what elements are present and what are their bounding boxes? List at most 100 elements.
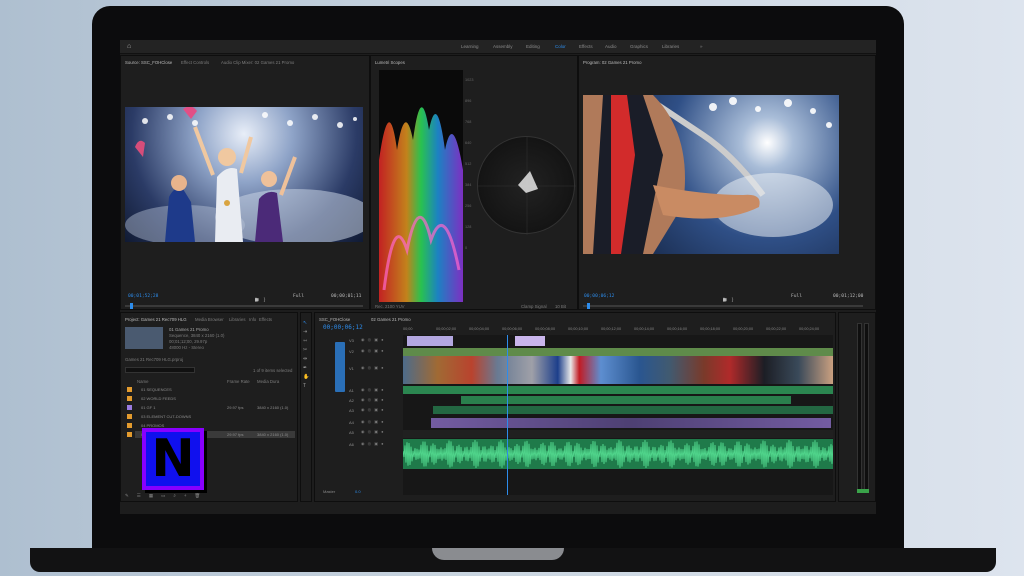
workspace-graphics[interactable]: Graphics [630, 44, 648, 49]
clamp-signal-checkbox[interactable]: Clamp Signal [521, 304, 547, 309]
col-name[interactable]: Name [137, 379, 148, 384]
razor-icon[interactable]: ✂ [303, 347, 307, 353]
home-icon[interactable]: ⌂ [127, 43, 131, 50]
export-frame-icon[interactable]: ◉ [723, 297, 730, 303]
source-duration: 00;00;01;11 [331, 294, 362, 299]
project-row[interactable]: 02 WORLD FEEDS [135, 395, 295, 402]
project-search-input[interactable] [125, 367, 195, 373]
pencil-icon[interactable]: ✎ [125, 493, 137, 498]
track-toggle-icons[interactable]: ◉ ◎ ▣ ● [361, 419, 385, 424]
workspace-assembly[interactable]: Assembly [493, 44, 513, 49]
program-title[interactable]: Program: 02 Games 21 Promo [583, 60, 642, 65]
lumetri-scopes-panel: Lumetri Scopes 1023 896 768 640 512 384 256 128… [370, 55, 578, 310]
track-toggle-icons[interactable]: ◉ ◎ ▣ ● [361, 337, 385, 342]
track-toggle-icons[interactable]: ◉ ◎ ▣ ● [361, 429, 385, 434]
workspace-effects[interactable]: Effects [579, 44, 593, 49]
project-row[interactable]: 03 ELEMENT CUT-DOWNS [135, 413, 295, 420]
program-timecode[interactable]: 00;00;06;12 [584, 294, 614, 299]
bit-depth[interactable]: 10 Bit [555, 304, 566, 309]
hand-icon[interactable]: ✋ [303, 374, 309, 380]
camera-icon[interactable]: ◉ [255, 297, 262, 303]
tab-media-browser[interactable]: Media Browser [195, 317, 224, 322]
a4-music-clip[interactable] [431, 418, 831, 428]
project-row[interactable]: 01 GF 1 29.97 fps 3840 x 2160 (1.0) [135, 404, 295, 411]
tools-panel: ↖ ⇥ ⇿ ✂ ⇹ ✒ ✋ T [300, 312, 312, 502]
v2-clip-strip[interactable] [403, 348, 833, 356]
lumetri-colorspace[interactable]: Rec. 2100 YUV [375, 304, 405, 309]
workspace-audio[interactable]: Audio [605, 44, 617, 49]
lumetri-title[interactable]: Lumetri Scopes [375, 60, 405, 65]
timeline-playhead[interactable] [507, 335, 508, 495]
list-view-icon[interactable]: ☰ [137, 493, 149, 498]
premiere-window: ⌂ Learning Assembly Editing Color Effect… [120, 40, 876, 514]
track-toggle-icons[interactable]: ◉ ◎ ▣ ● [361, 397, 385, 402]
source-playhead[interactable] [130, 303, 133, 309]
trash-icon[interactable]: 🗑 [195, 493, 209, 498]
track-toggle-icons[interactable]: ◉ ◎ ▣ ● [361, 387, 385, 392]
timeline-tab-sequence[interactable]: 02 Games 21 Promo [371, 317, 411, 322]
program-scrubber[interactable] [583, 305, 863, 307]
tab-audio-clip-mixer[interactable]: Audio Clip Mixer: 02 Games 21 Promo [221, 60, 294, 65]
ruler-tick-label: 00;00;20;00 [733, 327, 754, 331]
tab-effects[interactable]: Effects [259, 317, 272, 322]
a5-audio[interactable] [403, 430, 833, 438]
type-icon[interactable]: T [303, 383, 306, 389]
parade-waveform [379, 107, 463, 302]
tab-effect-controls[interactable]: Effect Controls [181, 60, 209, 65]
timeline-tab-source[interactable]: SSC_FOHClose [319, 317, 350, 322]
a2-audio[interactable] [461, 396, 791, 404]
project-tab[interactable]: Project: Games 21 Rec709 HLG [125, 317, 187, 322]
new-bin-icon[interactable]: ▭ [161, 493, 173, 498]
workspace-more-icon[interactable]: » [700, 44, 703, 49]
source-title[interactable]: Source: SSC_FOHClose [125, 60, 172, 65]
v3-title-clip[interactable] [515, 336, 545, 346]
workspace-learning[interactable]: Learning [461, 44, 479, 49]
track-toggle-icons[interactable]: ◉ ◎ ▣ ● [361, 365, 385, 370]
track-select-icon[interactable]: ⇥ [303, 329, 307, 335]
program-duration: 00;01;12;00 [833, 294, 864, 299]
track-toggle-icons[interactable]: ◉ ◎ ▣ ● [361, 348, 385, 353]
new-item-icon[interactable]: + [184, 493, 195, 498]
a1-audio[interactable] [403, 386, 833, 394]
program-playhead[interactable] [587, 303, 590, 309]
vectorscope-trace [478, 137, 576, 235]
vectorscope [477, 136, 576, 235]
search-icon[interactable]: ⌕ [173, 493, 184, 498]
project-cell-name: 01 GF 1 [141, 405, 156, 410]
workspace-editing[interactable]: Editing [526, 44, 540, 49]
meter-left [857, 323, 862, 493]
ripple-edit-icon[interactable]: ⇿ [303, 338, 307, 344]
a6-waveform[interactable] [403, 439, 833, 469]
ruler-tick-label: 00;00;02;00 [436, 327, 457, 331]
bin-color-swatch [127, 387, 132, 392]
tab-libraries[interactable]: Libraries [229, 317, 245, 322]
slip-icon[interactable]: ⇹ [303, 356, 307, 362]
program-transport-controls: ▾{ } ◂ ▶ ▸ ⊡ ⊞ ◉ [628, 297, 818, 305]
a3-audio[interactable] [433, 406, 833, 414]
col-frame-rate[interactable]: Frame Rate [227, 379, 250, 384]
timeline-ruler[interactable]: 00;00 00;00;02;00 00;00;04;00 00;00;06;00 00… [403, 327, 833, 335]
track-name: V1 [349, 366, 354, 371]
gymnast-chalk-image [583, 95, 833, 254]
n-overlay-logo: N [142, 428, 204, 490]
pen-icon[interactable]: ✒ [303, 365, 307, 371]
v1-video-clips[interactable] [403, 356, 833, 384]
project-cell-name: 03 ELEMENT CUT-DOWNS [141, 414, 192, 419]
source-patch-v1[interactable] [335, 342, 345, 392]
source-timecode[interactable]: 00;01;52;28 [128, 294, 158, 299]
track-toggle-icons[interactable]: ◉ ◎ ▣ ● [361, 441, 385, 446]
timeline-timecode[interactable]: 00;00;06;12 [323, 324, 363, 331]
project-row[interactable]: 01 SEQUENCES [135, 386, 295, 393]
col-media-duration[interactable]: Media Dura [257, 379, 279, 384]
icon-view-icon[interactable]: ▦ [149, 493, 161, 498]
track-toggle-icons[interactable]: ◉ ◎ ▣ ● [361, 407, 385, 412]
project-cell-fr: 29.97 fps [227, 405, 244, 410]
tab-info[interactable]: Info [249, 317, 256, 322]
master-value[interactable]: 0.0 [355, 489, 361, 494]
workspace-libraries[interactable]: Libraries [662, 44, 679, 49]
source-scrubber[interactable] [125, 305, 363, 307]
v3-adjustment-clip[interactable] [407, 336, 453, 346]
selection-tool-icon[interactable]: ↖ [303, 320, 307, 326]
audio-meters [838, 312, 876, 502]
workspace-color[interactable]: Color [555, 44, 566, 49]
